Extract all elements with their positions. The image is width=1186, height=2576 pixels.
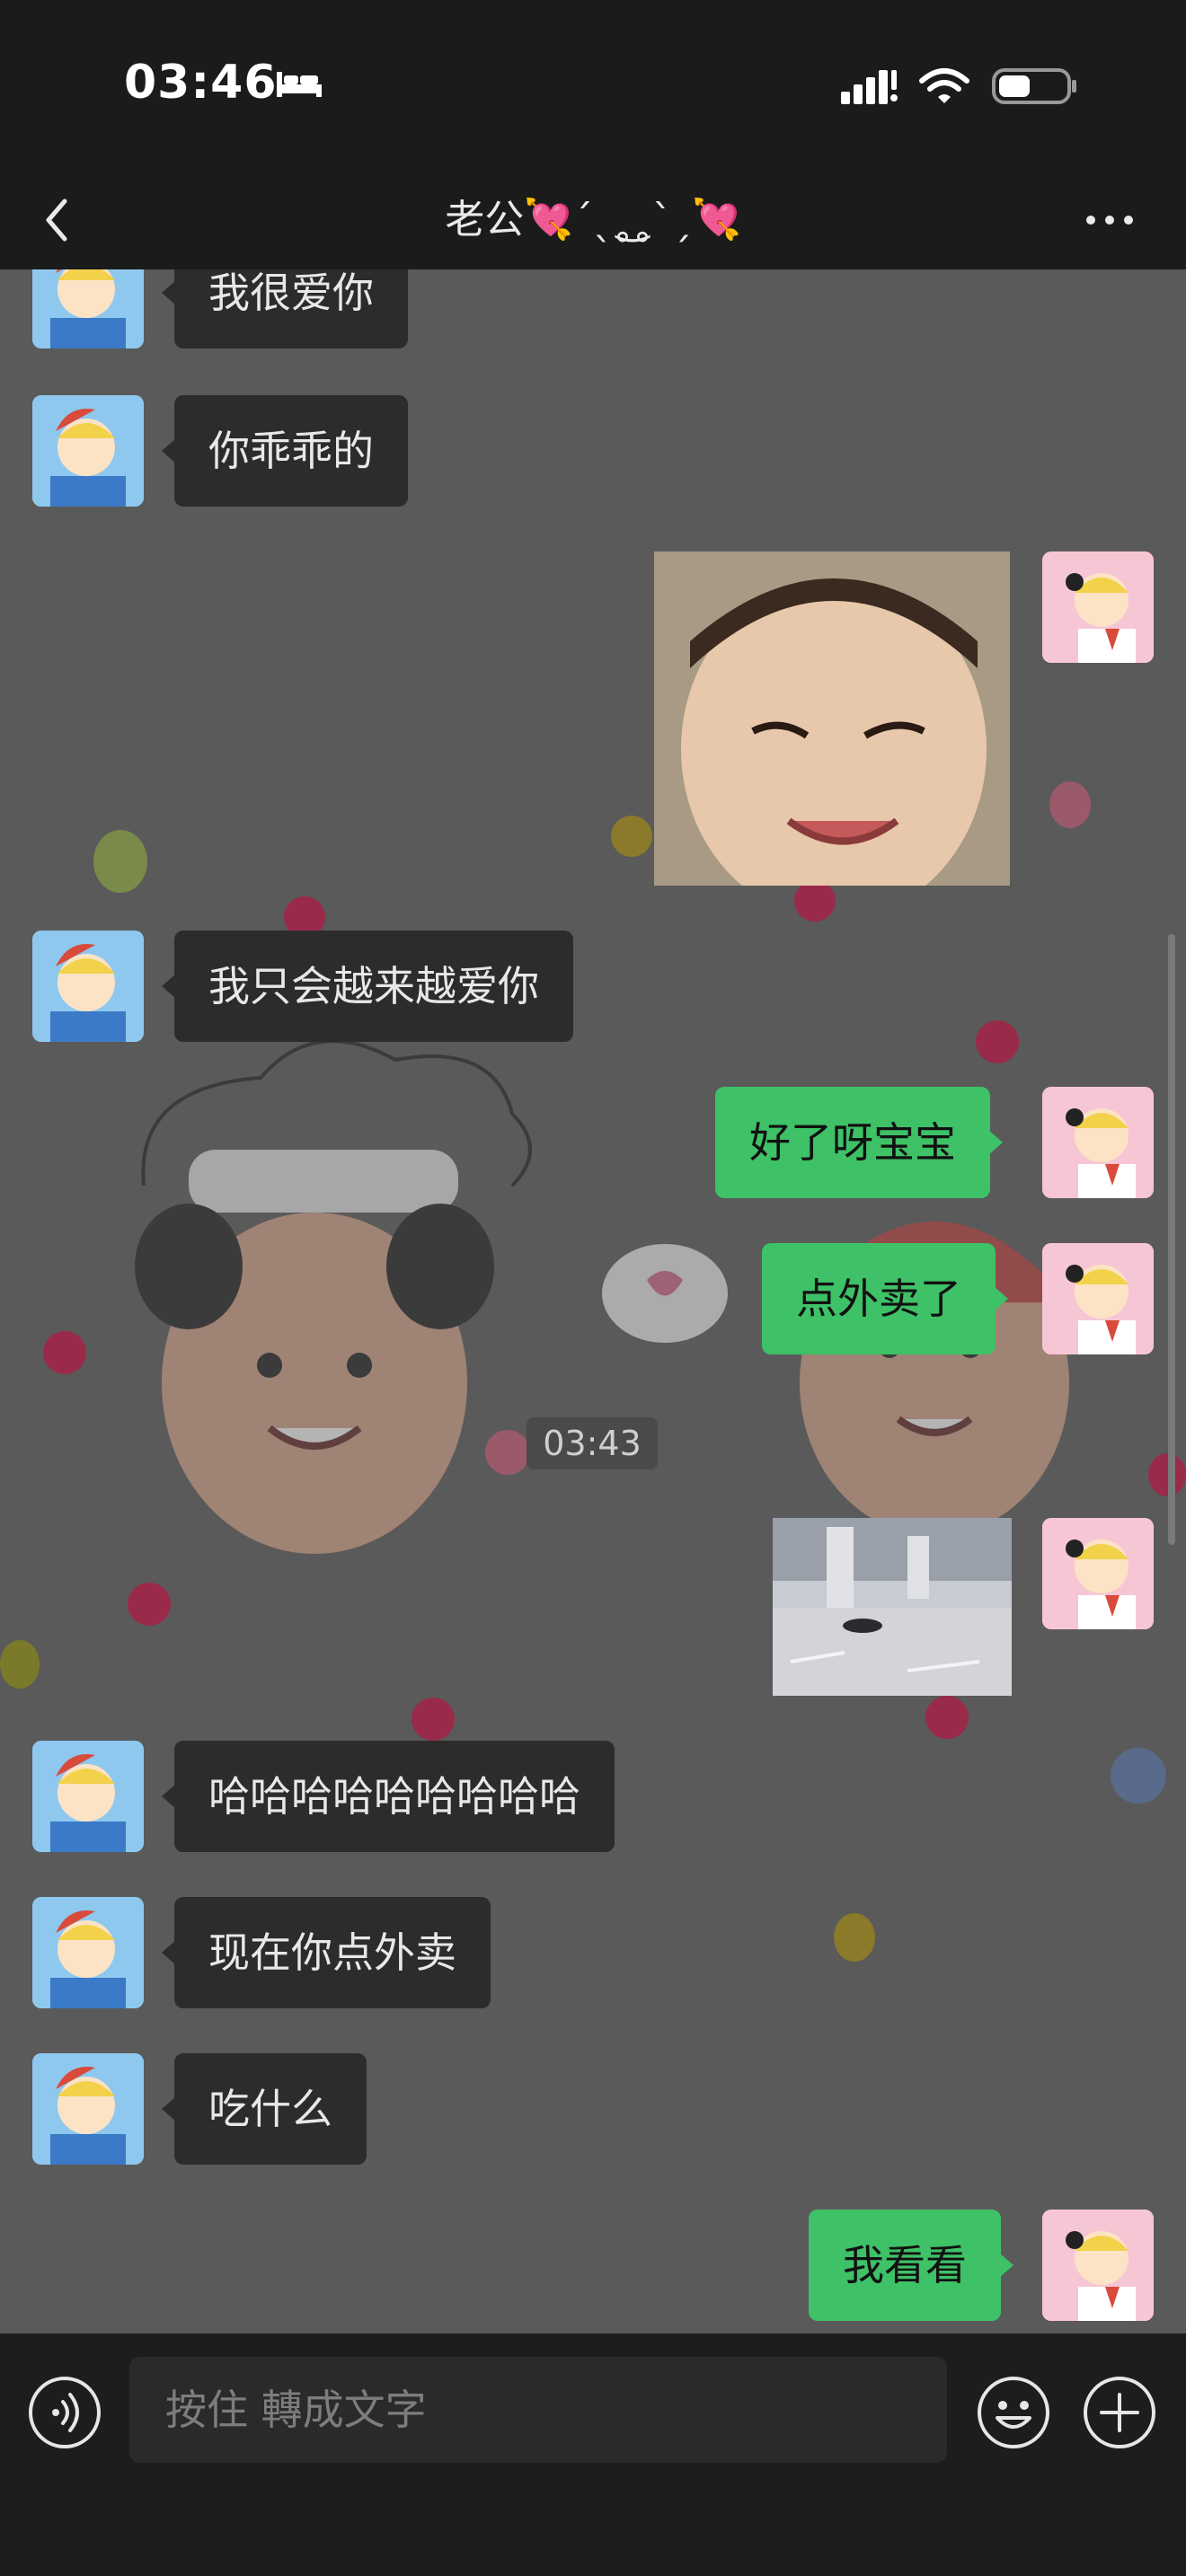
- subway-photo-image: [773, 1518, 1012, 1696]
- chat-title: 老公💘ˊˎ˳͜˳ˋˏ💘: [445, 197, 741, 243]
- message-bubble-in[interactable]: 我只会越来越爱你: [162, 931, 573, 1042]
- wifi-icon: [919, 68, 969, 103]
- wallpaper-dot: [0, 1640, 40, 1689]
- message-bubble-in[interactable]: 你乖乖的: [162, 395, 408, 507]
- cartoon-girl-icon: [1042, 551, 1154, 663]
- message-input[interactable]: [129, 2357, 947, 2463]
- message-bubble-in[interactable]: 吃什么: [162, 2053, 367, 2165]
- more-icon[interactable]: [1078, 198, 1141, 243]
- wallpaper-dot: [43, 1331, 86, 1374]
- message-text: 吃什么: [208, 2085, 332, 2133]
- cartoon-girl-icon: [32, 395, 144, 507]
- bed-icon: [277, 72, 322, 97]
- wallpaper-dot: [1111, 1748, 1166, 1804]
- contact-avatar[interactable]: [32, 395, 144, 507]
- message-bubble-in[interactable]: 哈哈哈哈哈哈哈哈哈: [162, 1741, 615, 1852]
- cartoon-girl-icon: [32, 2053, 144, 2165]
- signal-icon: [841, 70, 898, 104]
- wallpaper-dot: [412, 1698, 455, 1741]
- message-bubble-out[interactable]: 好了呀宝宝: [715, 1087, 1003, 1198]
- message-text: 我只会越来越爱你: [208, 962, 539, 1010]
- wallpaper-dot: [1148, 1453, 1186, 1496]
- image-message[interactable]: [654, 551, 1010, 886]
- voice-icon[interactable]: [25, 2373, 104, 2452]
- chat-timestamp: 03:43: [527, 1417, 658, 1469]
- my-avatar[interactable]: [1042, 1243, 1154, 1354]
- input-bar: [0, 2333, 1186, 2576]
- smiling-child-image: [654, 551, 1010, 886]
- contact-avatar[interactable]: [32, 2053, 144, 2165]
- contact-avatar[interactable]: [32, 1741, 144, 1852]
- message-text: 我很爱你: [208, 269, 374, 317]
- cartoon-girl-icon: [1042, 1518, 1154, 1629]
- message-bubble-in[interactable]: 我很爱你: [162, 269, 408, 348]
- status-bar: 03:46: [0, 0, 1186, 171]
- cartoon-girl-icon: [32, 1897, 144, 2008]
- message-bubble-out[interactable]: 我看看: [809, 2210, 1013, 2321]
- chat-scrollbar[interactable]: [1168, 934, 1175, 1545]
- plus-icon[interactable]: [1080, 2373, 1159, 2452]
- message-text: 现在你点外卖: [208, 1928, 456, 1977]
- message-text: 你乖乖的: [208, 427, 374, 475]
- my-avatar[interactable]: [1042, 1087, 1154, 1198]
- cartoon-girl-icon: [32, 931, 144, 1042]
- message-bubble-in[interactable]: 现在你点外卖: [162, 1897, 491, 2008]
- wallpaper-dot: [93, 830, 147, 893]
- message-bubble-out[interactable]: 点外卖了: [762, 1243, 1008, 1354]
- emoji-icon[interactable]: [974, 2373, 1053, 2452]
- battery-icon: [992, 68, 1076, 104]
- my-avatar[interactable]: [1042, 551, 1154, 663]
- contact-avatar[interactable]: [32, 1897, 144, 2008]
- wallpaper-dot: [794, 880, 836, 922]
- cartoon-girl-icon: [1042, 1087, 1154, 1198]
- cartoon-girl-icon: [1042, 2210, 1154, 2321]
- image-message[interactable]: [773, 1518, 1012, 1696]
- my-avatar[interactable]: [1042, 1518, 1154, 1629]
- contact-avatar[interactable]: [32, 931, 144, 1042]
- status-time: 03:46: [124, 56, 278, 110]
- message-text: 哈哈哈哈哈哈哈哈哈: [208, 1772, 580, 1821]
- cartoon-girl-icon: [1042, 1243, 1154, 1354]
- chat-area[interactable]: 我很爱你 你乖乖的 我只会越来越爱你 好了呀宝宝 点外卖了 03:43 哈哈哈哈…: [0, 269, 1186, 2333]
- wallpaper-dot: [1049, 781, 1091, 828]
- message-text: 好了呀宝宝: [749, 1118, 956, 1167]
- my-avatar[interactable]: [1042, 2210, 1154, 2321]
- message-text: 我看看: [843, 2241, 967, 2289]
- wallpaper-dot: [834, 1913, 875, 1962]
- contact-avatar[interactable]: [32, 269, 144, 348]
- wallpaper-dot: [611, 816, 652, 857]
- message-text: 点外卖了: [796, 1275, 961, 1323]
- cartoon-girl-icon: [32, 1741, 144, 1852]
- cartoon-girl-icon: [32, 269, 144, 348]
- wallpaper-dot: [925, 1696, 969, 1739]
- chat-header: 老公💘ˊˎ˳͜˳ˋˏ💘: [0, 171, 1186, 269]
